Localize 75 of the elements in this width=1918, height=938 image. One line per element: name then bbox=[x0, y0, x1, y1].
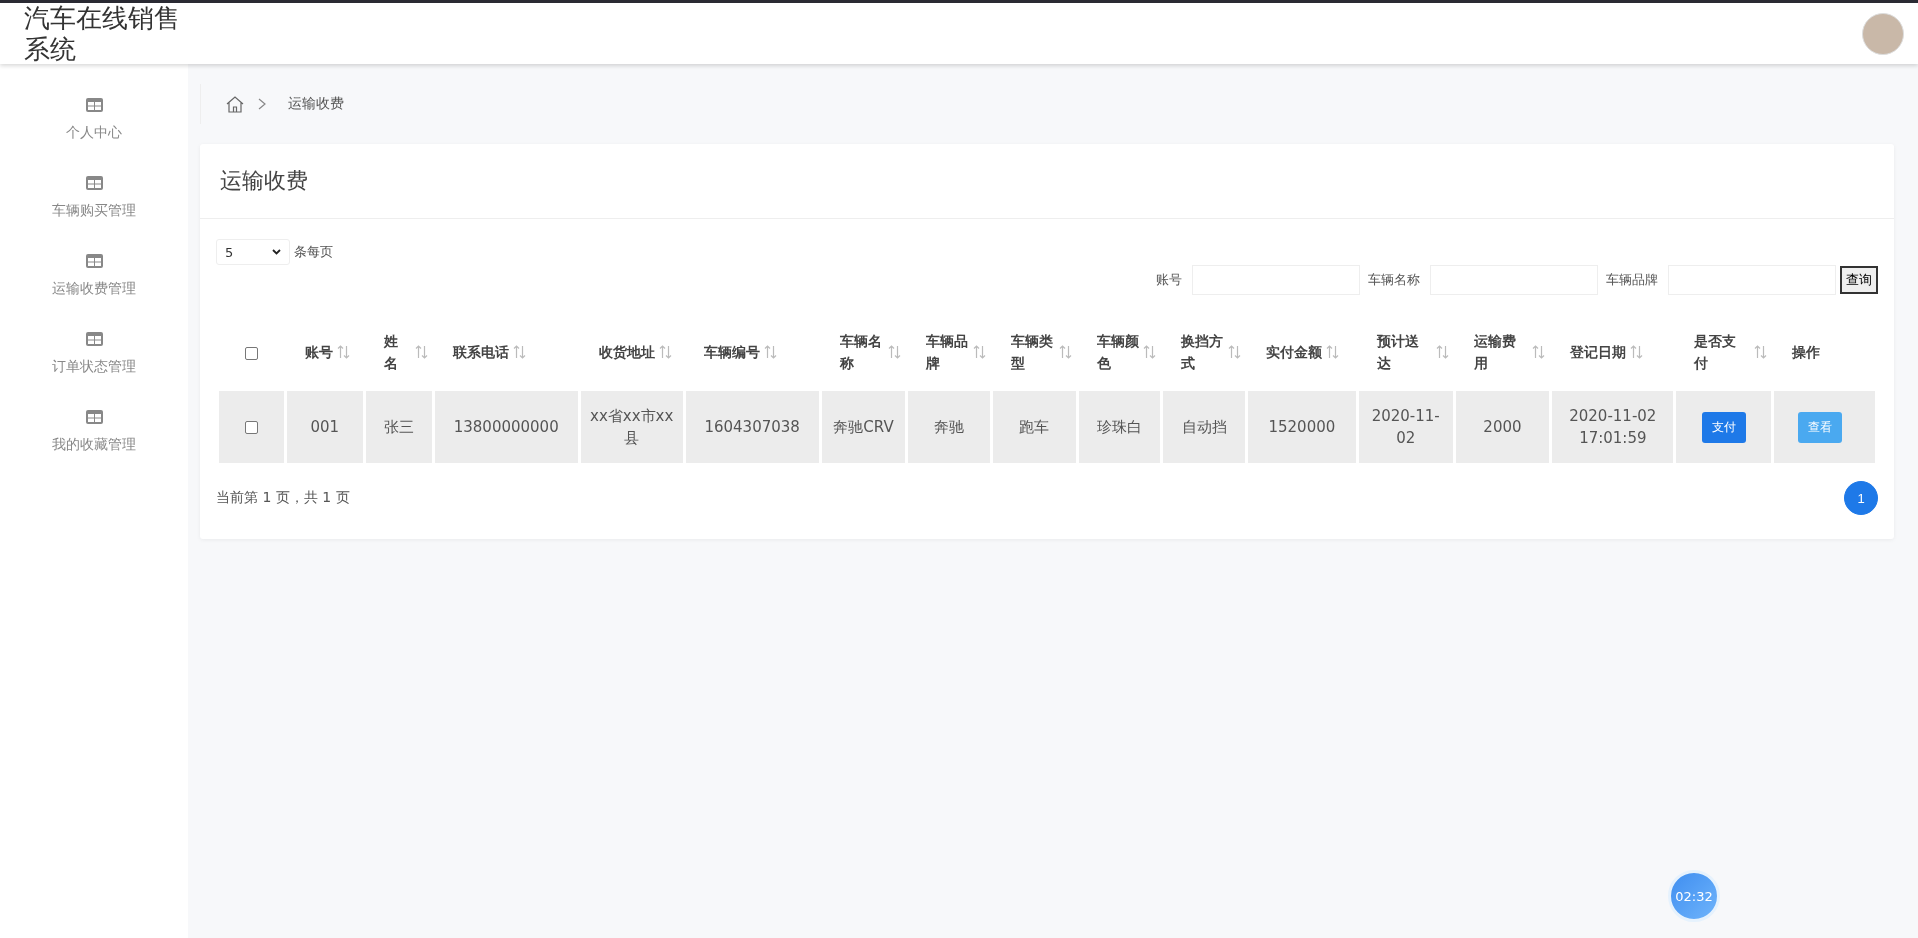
page-button[interactable]: 1 bbox=[1844, 481, 1878, 515]
column-header: 账号 bbox=[304, 343, 333, 362]
sidebar-item[interactable]: 运输收费管理 bbox=[0, 254, 188, 298]
table-cell: 13800000000 bbox=[453, 418, 559, 436]
avatar[interactable] bbox=[1862, 12, 1904, 55]
sort-icon[interactable] bbox=[1435, 345, 1449, 359]
search-label: 车辆名称 bbox=[1368, 271, 1420, 289]
sort-icon[interactable] bbox=[1754, 345, 1768, 359]
card-title: 运输收费 bbox=[200, 144, 1894, 219]
timer-badge: 02:32 bbox=[1668, 870, 1720, 922]
column-header: 姓名 bbox=[384, 332, 400, 373]
table-cell: 2020-11-02 17:01:59 bbox=[1569, 407, 1657, 447]
column-header: 预计送达 bbox=[1376, 332, 1420, 373]
column-header: 车辆类型 bbox=[1011, 332, 1054, 373]
home-icon[interactable] bbox=[226, 95, 244, 113]
sort-icon[interactable] bbox=[763, 345, 777, 359]
pagination-summary: 当前第 1 页，共 1 页 bbox=[216, 489, 350, 507]
column-header: 换挡方式 bbox=[1181, 332, 1224, 373]
sort-icon[interactable] bbox=[658, 345, 672, 359]
pay-button[interactable]: 支付 bbox=[1701, 411, 1746, 443]
sidebar-item[interactable]: 订单状态管理 bbox=[0, 332, 188, 376]
column-header: 登记日期 bbox=[1570, 343, 1627, 362]
column-header: 是否支付 bbox=[1694, 332, 1738, 373]
sort-icon[interactable] bbox=[888, 345, 902, 359]
table-cell: 2020-11-02 bbox=[1371, 407, 1440, 447]
sort-icon[interactable] bbox=[1143, 345, 1157, 359]
column-header: 联系电话 bbox=[452, 343, 509, 362]
app-title: 汽车在线销售系统 bbox=[24, 2, 181, 65]
table-cell: 1520000 bbox=[1268, 418, 1336, 436]
column-header: 实付金额 bbox=[1265, 343, 1322, 362]
sort-icon[interactable] bbox=[1058, 345, 1072, 359]
sort-icon[interactable] bbox=[414, 345, 428, 359]
column-header: 收货地址 bbox=[598, 343, 655, 362]
sort-icon[interactable] bbox=[512, 345, 526, 359]
table-cell: 跑车 bbox=[1019, 418, 1050, 436]
search-label: 账号 bbox=[1156, 271, 1182, 289]
grid-icon bbox=[85, 332, 103, 346]
caret-icon bbox=[272, 249, 281, 255]
view-button[interactable]: 查看 bbox=[1798, 411, 1843, 443]
select-all-checkbox[interactable] bbox=[244, 346, 258, 360]
sort-icon[interactable] bbox=[1532, 345, 1546, 359]
column-header: 车辆品牌 bbox=[926, 332, 969, 373]
search-label: 车辆品牌 bbox=[1606, 271, 1658, 289]
column-header: 车辆名称 bbox=[839, 332, 883, 373]
sidebar-item[interactable]: 我的收藏管理 bbox=[0, 410, 188, 454]
page-size-label: 条每页 bbox=[294, 243, 333, 261]
table-cell: 自动挡 bbox=[1181, 418, 1227, 436]
sort-icon[interactable] bbox=[1630, 345, 1644, 359]
grid-icon bbox=[85, 254, 103, 268]
table-cell: xx省xx市xx县 bbox=[590, 407, 674, 447]
chevron-right-icon bbox=[258, 98, 266, 110]
table-cell: 奔驰CRV bbox=[833, 418, 894, 436]
grid-icon bbox=[85, 176, 103, 190]
sidebar-item[interactable]: 车辆购买管理 bbox=[0, 176, 188, 220]
column-header: 车辆编号 bbox=[703, 343, 760, 362]
page-size-select[interactable]: 5 bbox=[216, 239, 290, 265]
sort-icon[interactable] bbox=[1325, 345, 1339, 359]
table-cell: 2000 bbox=[1483, 418, 1522, 436]
search-button[interactable]: 查询 bbox=[1840, 266, 1878, 294]
row-checkbox[interactable] bbox=[244, 421, 258, 434]
table-cell: 张三 bbox=[383, 418, 414, 436]
sort-icon[interactable] bbox=[973, 345, 986, 359]
grid-icon bbox=[85, 410, 103, 424]
column-header: 车辆颜色 bbox=[1096, 332, 1140, 373]
sort-icon[interactable] bbox=[1227, 345, 1241, 359]
table-cell: 001 bbox=[310, 418, 340, 436]
breadcrumb-current: 运输收费 bbox=[288, 95, 344, 113]
table-cell: 珍珠白 bbox=[1097, 418, 1142, 436]
sidebar-item[interactable]: 个人中心 bbox=[0, 98, 188, 142]
column-header: 操作 bbox=[1792, 343, 1821, 362]
table-cell: 1604307038 bbox=[704, 418, 800, 436]
column-header: 运输费用 bbox=[1473, 332, 1517, 373]
grid-icon bbox=[85, 98, 103, 112]
sort-icon[interactable] bbox=[336, 345, 350, 359]
table-cell: 奔驰 bbox=[934, 418, 965, 436]
